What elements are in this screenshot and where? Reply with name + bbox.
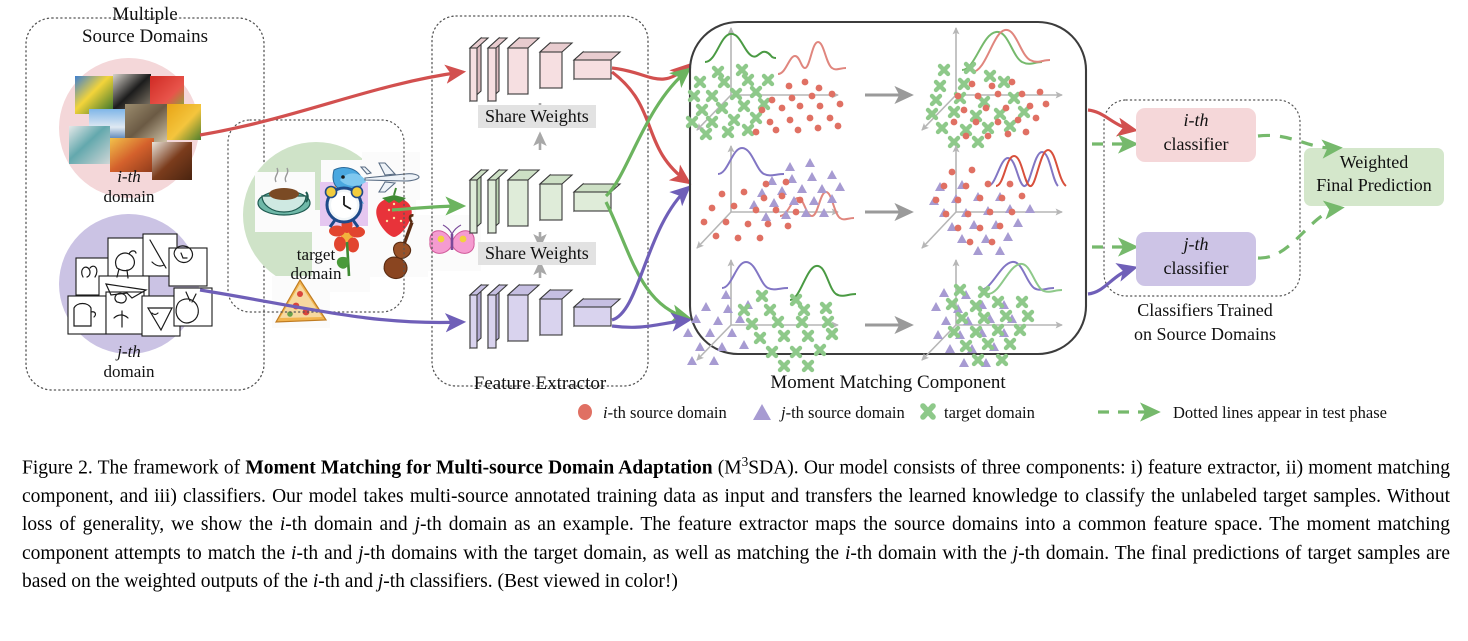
legend-triangle-icon (753, 404, 771, 420)
arrow-cnn-t-to-mm-row1 (604, 67, 692, 198)
mm-green-crosses-r1r (925, 61, 1031, 149)
figure-diagram: Multiple Source Domains i-th domain j-th… (0, 0, 1468, 440)
target-domain-circle (243, 142, 481, 328)
mm-green-crosses-r3l (737, 289, 839, 373)
share-weights-top-label: Share Weights (478, 105, 596, 128)
arrow-cnn-j-to-mm-row3 (611, 312, 693, 332)
source-domain-j-label-line2: domain (103, 362, 155, 381)
legend-label-dotted-lines: Dotted lines appear in test phase (1173, 403, 1387, 422)
source-domain-i-label-line1: i-th (117, 167, 141, 186)
target-domain-label-line1: target (296, 245, 336, 264)
dashed-arrow-classifier-j-to-final (1257, 200, 1345, 260)
moment-matching-label: Moment Matching Component (770, 372, 1006, 393)
legend-label-target: target domain (944, 403, 1035, 422)
classifiers-note-line2: on Source Domains (1134, 324, 1276, 344)
cnn-stack-target (468, 168, 622, 235)
feature-extractor-label: Feature Extractor (473, 373, 607, 394)
share-weights-bottom-label: Share Weights (478, 242, 596, 265)
classifier-j-label-line1: j-th (1183, 234, 1209, 254)
arrow-mm-to-classifier-i-red (1087, 108, 1139, 137)
cnn-stack-i (468, 36, 622, 103)
dashed-arrow-classifier-i-to-final (1257, 133, 1343, 159)
arrow-source-i-to-cnn (199, 64, 467, 137)
classifier-j-label-line2: classifier (1163, 258, 1229, 278)
source-domains-title-line2: Source Domains (81, 26, 209, 47)
final-prediction-label-line1: Weighted (1339, 152, 1409, 172)
classifier-i-label-line2: classifier (1163, 134, 1229, 154)
figure-caption: Figure 2. The framework of Moment Matchi… (22, 454, 1450, 593)
target-domain-label-line2: domain (290, 264, 342, 283)
mm-plot-row1-left (685, 27, 847, 141)
cnn-stack-j (468, 283, 622, 350)
source-domains-title-line1: Multiple (112, 4, 178, 25)
figure-root: Multiple Source Domains i-th domain j-th… (0, 0, 1468, 641)
mm-plot-row2-left (696, 145, 855, 249)
legend-cross-icon (920, 403, 936, 420)
source-domain-i-label-line2: domain (103, 187, 155, 206)
caption-bold-title: Moment Matching for Multi-source Domain … (245, 457, 713, 479)
mm-purple-tris-r2r (929, 180, 1035, 255)
classifier-i-label-line1: i-th (1183, 110, 1209, 130)
mm-plot-row2-right (921, 145, 1067, 255)
mm-plot-row3-right (921, 259, 1063, 367)
legend-circle-icon (578, 404, 592, 420)
mm-red-dots-r2r (932, 166, 1026, 246)
arrow-source-j-to-cnn (199, 288, 467, 333)
caption-figure-number: Figure 2. (22, 457, 93, 479)
arrow-cnn-i-to-mm-row2 (611, 70, 692, 185)
legend-label-source-j: j-th source domain (781, 403, 905, 422)
arrow-cnn-i-to-mm-row1 (611, 63, 692, 85)
mm-plot-row1-right (921, 27, 1063, 149)
legend-label-source-i: i-th source domain (603, 403, 727, 422)
source-domain-j-circle (59, 214, 213, 354)
classifiers-note-line1: Classifiers Trained (1137, 300, 1273, 320)
final-prediction-label-line2: Final Prediction (1316, 175, 1432, 195)
source-domain-j-label-line1: j-th (117, 342, 141, 361)
arrow-cnn-j-to-mm-row2 (611, 185, 692, 322)
